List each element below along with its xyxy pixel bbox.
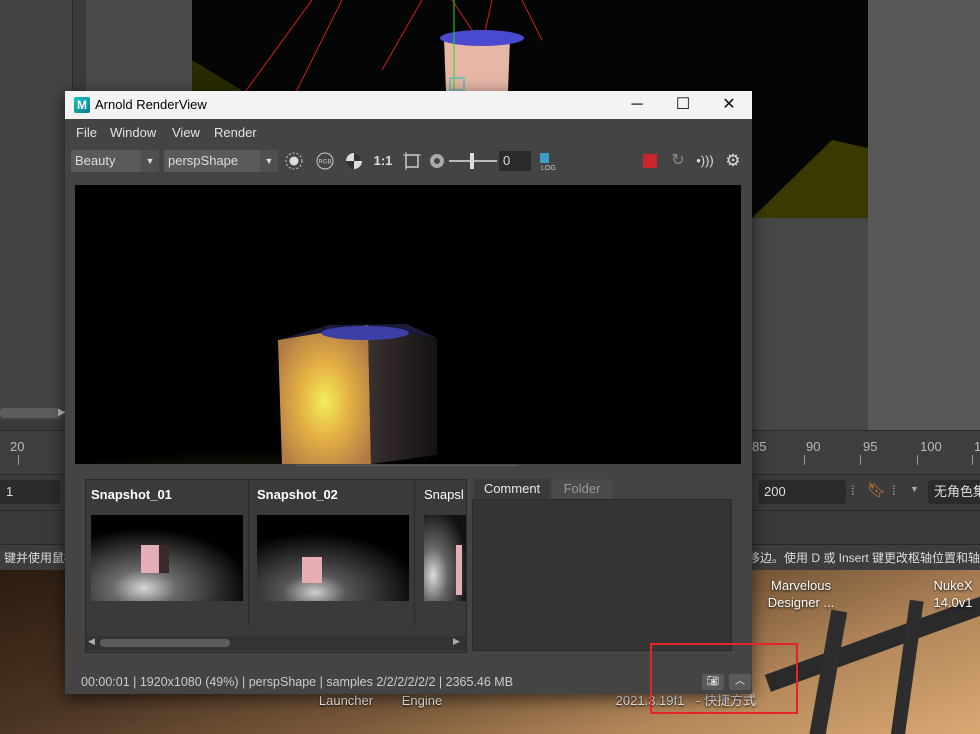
chevron-down-icon: ▼ [141,150,159,172]
maximize-button[interactable]: ☐ [660,91,706,119]
snapshot-item[interactable]: Snapsl [419,480,466,626]
snapshot-thumbnail [91,515,243,601]
help-text-right: 移边。使用 D 或 Insert 键更改枢轴位置和轴方向 [748,551,980,565]
comment-textarea[interactable] [472,499,732,651]
close-button[interactable]: ✕ [706,91,752,119]
bookmark-add-icon[interactable]: 🔖︎ [867,481,886,499]
timeline-mark [917,455,918,465]
snapshot-thumbnail [257,515,409,601]
menu-window[interactable]: Window [110,125,156,140]
left-panel-scrollbar[interactable] [0,408,60,418]
camera-select[interactable]: perspShape ▼ [164,150,278,172]
snapshot-scrollbar[interactable]: ◀ ▶ [86,636,466,650]
panel-splitter[interactable] [297,465,517,468]
viewport-cube-top [440,30,524,46]
floor-plane-right [752,140,868,218]
ratio-button[interactable]: 1:1 [372,152,394,170]
comment-panel: Comment Folder [472,479,732,651]
timeline-mark [972,455,973,465]
render-image [75,185,741,464]
desktop-icon-marvelous[interactable]: Marvelous Designer ... [764,577,838,611]
ipr-circle-icon[interactable] [285,152,303,170]
window-title: Arnold RenderView [95,97,207,112]
cube-front-face [278,325,371,464]
menu-render[interactable]: Render [214,125,257,140]
stop-render-icon[interactable] [641,152,659,170]
desktop-icon-launcher[interactable]: Launcher [314,692,378,709]
status-bar: 00:00:01 | 1920x1080 (49%) | perspShape … [65,671,752,693]
range-end-field[interactable]: 200 [758,480,846,504]
render-canvas[interactable] [75,185,741,464]
broadcast-icon[interactable]: •))) [696,152,714,170]
desktop-icon-nukex[interactable]: NukeX 14.0v1 [918,577,980,611]
crop-region-icon[interactable] [403,152,421,170]
svg-text:LOG: LOG [541,165,556,172]
minimize-button[interactable]: ─ [614,91,660,119]
arnold-renderview-window: M Arnold RenderView ─ ☐ ✕ File Window Vi… [65,91,752,694]
scroll-left-arrow-icon[interactable]: ◀ [88,636,95,647]
title-bar[interactable]: M Arnold RenderView ─ ☐ ✕ [65,91,752,119]
character-set-select[interactable]: 无角色集 [928,480,980,504]
aperture-icon[interactable] [428,152,446,170]
maya-logo-icon: M [74,97,90,113]
highlight-annotation [650,643,798,714]
svg-text:RGB: RGB [318,160,331,166]
snapshot-scroll-handle[interactable] [100,639,230,647]
menu-file[interactable]: File [76,125,97,140]
tab-folder[interactable]: Folder [552,479,612,499]
maya-left-panel: ▶ [0,0,73,420]
tab-comment[interactable]: Comment [474,479,550,499]
contrast-icon[interactable] [345,152,363,170]
timeline-tick: 100 [920,439,942,454]
chevron-down-icon[interactable]: ▼ [910,484,919,494]
menu-bar: File Window View Render [65,119,752,147]
exposure-slider-handle[interactable] [470,153,474,169]
render-status-text: 00:00:01 | 1920x1080 (49%) | perspShape … [81,675,514,689]
log-icon[interactable]: LOG [539,152,561,172]
menu-view[interactable]: View [172,125,200,140]
settings-gear-icon[interactable]: ⚙ [724,152,742,170]
aov-select[interactable]: Beauty ▼ [71,150,159,172]
range-start-field[interactable]: 1 [0,480,60,504]
range-spin-icon-2[interactable]: ⁞ [892,483,896,498]
timeline-mark [860,455,861,465]
render-toolbar: Beauty ▼ perspShape ▼ RGB 1:1 0 LOG ↻ •)… [65,147,752,175]
timeline-mark [18,455,19,465]
timeline-tick: 85 [752,439,767,454]
cube-side-face [368,325,437,464]
chevron-down-icon: ▼ [260,150,278,172]
timeline-tick: 90 [806,439,821,454]
timeline-mark [804,455,805,465]
range-spin-icon[interactable]: ⁞ [851,483,855,498]
timeline-tick: 1 [974,439,980,454]
refresh-icon[interactable]: ↻ [669,152,687,170]
timeline-tick: 20 [10,439,25,454]
snapshot-item[interactable]: Snapshot_01 [86,480,249,626]
exposure-value-field[interactable]: 0 [499,151,531,171]
snapshot-strip: Snapshot_01 Snapshot_02 Snapsl ◀ ▶ [85,479,467,653]
snapshot-item[interactable]: Snapshot_02 [252,480,415,626]
snapshot-thumbnail [424,515,466,601]
viewport-right-area [868,0,980,430]
cube-top-light [321,326,409,340]
scroll-right-arrow-icon[interactable]: ▶ [453,636,460,647]
timeline-tick: 95 [863,439,878,454]
rgb-channel-icon[interactable]: RGB [316,152,334,170]
desktop-icon-engine[interactable]: Engine [396,692,448,709]
